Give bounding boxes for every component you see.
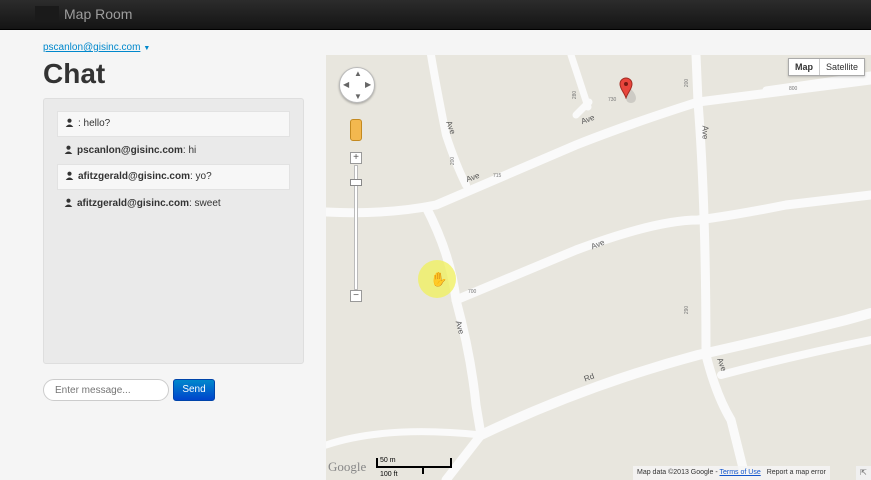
house-number: 800 (789, 86, 798, 92)
pan-up-icon[interactable]: ▲ (354, 69, 362, 78)
house-number: 730 (608, 97, 617, 103)
map-type-control: Map Satellite (788, 58, 866, 76)
chat-message: afitzgerald@gisinc.com: sweet (57, 191, 290, 217)
house-number: 200 (684, 78, 691, 88)
app-logo (35, 6, 59, 22)
pan-left-icon[interactable]: ◀ (343, 80, 349, 89)
expand-corner-icon[interactable]: ⇱ (856, 466, 871, 480)
message-input[interactable] (43, 379, 169, 401)
pan-right-icon[interactable]: ▶ (365, 80, 371, 89)
house-number: 280 (572, 90, 579, 100)
message-text: : hello? (78, 118, 111, 129)
road-network (326, 55, 871, 480)
map-type-map-button[interactable]: Map (789, 59, 820, 75)
user-icon (65, 171, 74, 180)
map-canvas[interactable]: Ave Ave Ave Ave Ave Rd Ave Ave 730 280 2… (326, 55, 871, 480)
house-number: 700 (468, 289, 477, 295)
chat-messages-panel: : hello? pscanlon@gisinc.com: hi afitzge… (43, 98, 304, 364)
house-number: 715 (493, 173, 502, 179)
street-label: Ave (700, 125, 710, 140)
chat-message: pscanlon@gisinc.com: hi (57, 138, 290, 164)
user-menu-dropdown[interactable]: pscanlon@gisinc.com ▼ (43, 42, 150, 53)
google-logo[interactable]: Google (328, 459, 366, 475)
message-text: : hi (182, 145, 197, 156)
report-map-error-link[interactable]: Report a map error (767, 469, 826, 476)
send-button[interactable]: Send (173, 379, 215, 401)
user-email[interactable]: pscanlon@gisinc.com (43, 42, 140, 53)
message-text: : sweet (189, 198, 221, 209)
page-title: Chat (43, 58, 106, 89)
map-data-credit: Map data ©2013 Google (637, 469, 714, 476)
map-scale: 50 m 100 ft (376, 457, 452, 479)
chat-message: : hello? (57, 111, 290, 137)
user-icon (64, 145, 73, 154)
top-navbar: Map Room (0, 0, 871, 30)
scale-imperial-label: 100 ft (380, 471, 398, 478)
terms-of-use-link[interactable]: Terms of Use (720, 469, 761, 476)
zoom-out-button[interactable]: − (350, 290, 362, 302)
house-number: 290 (684, 305, 691, 315)
pan-control[interactable]: ▲ ▼ ◀ ▶ (339, 67, 375, 103)
zoom-slider-handle[interactable] (350, 179, 362, 186)
map-attribution: Map data ©2013 Google - Terms of Use Rep… (633, 466, 830, 480)
pan-down-icon[interactable]: ▼ (354, 92, 362, 101)
street-view-pegman-icon[interactable] (350, 119, 362, 141)
user-icon (65, 118, 74, 127)
message-text: : yo? (190, 171, 212, 182)
house-number: 200 (450, 156, 457, 166)
message-sender: afitzgerald@gisinc.com (78, 171, 190, 182)
caret-down-icon: ▼ (143, 45, 151, 52)
location-marker-icon[interactable] (619, 77, 633, 99)
message-sender: afitzgerald@gisinc.com (77, 198, 189, 209)
user-icon (64, 198, 73, 207)
hand-cursor-icon: ✋ (430, 271, 448, 287)
scale-metric-label: 50 m (380, 457, 396, 464)
app-title[interactable]: Map Room (64, 6, 132, 22)
chat-message: afitzgerald@gisinc.com: yo? (57, 164, 290, 190)
message-sender: pscanlon@gisinc.com (77, 145, 183, 156)
zoom-in-button[interactable]: + (350, 152, 362, 164)
map-type-satellite-button[interactable]: Satellite (820, 59, 864, 75)
